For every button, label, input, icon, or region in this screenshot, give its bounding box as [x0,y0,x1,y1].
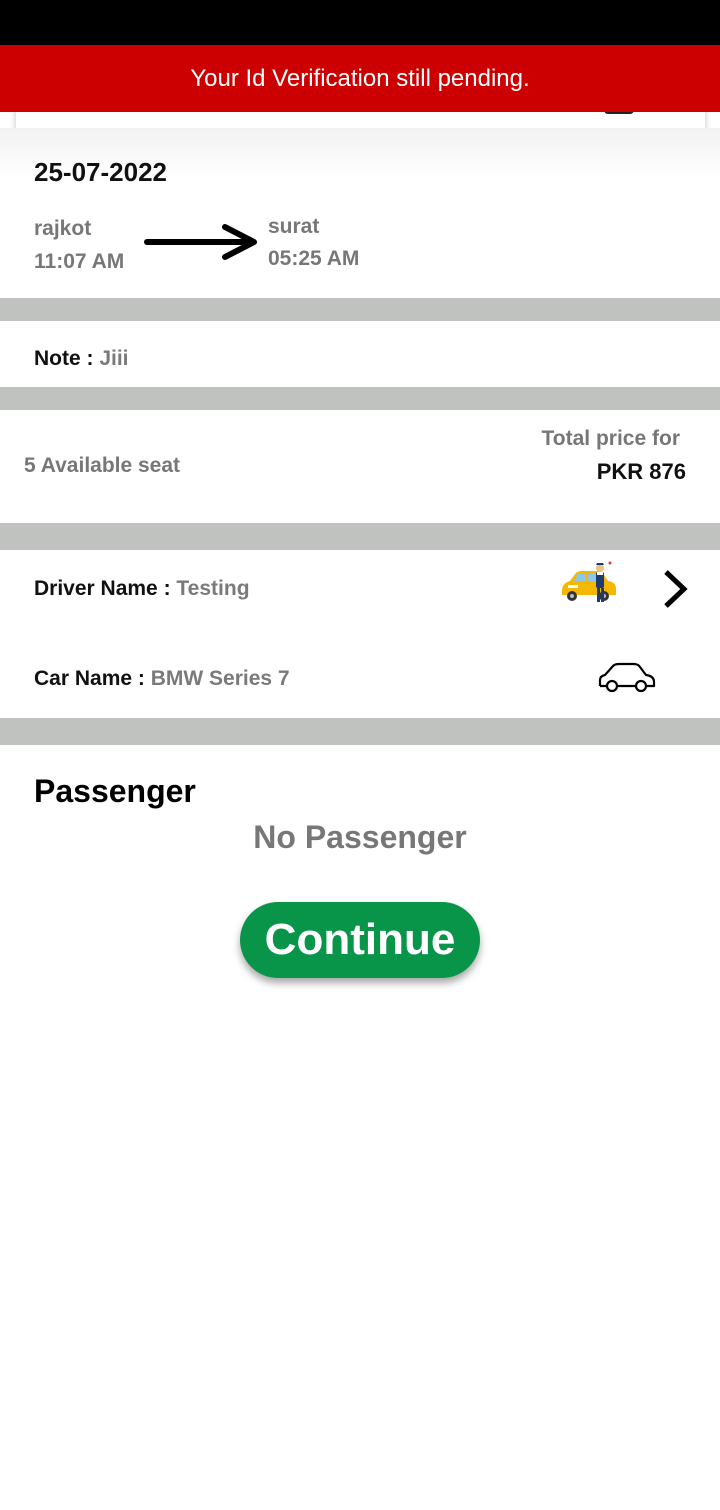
car-outline-icon [598,662,656,693]
car-label: Car Name : [34,667,151,690]
passenger-title: Passenger [34,773,196,809]
verification-message: Your Id Verification still pending. [190,64,530,92]
note-value: Jiii [99,347,129,370]
status-bar [0,0,720,45]
taxi-driver-icon [562,561,616,602]
continue-button[interactable]: Continue [240,902,480,978]
trip-date: 25-07-2022 [34,157,167,187]
destination-time: 05:25 AM [268,247,360,270]
car-row: Car Name : BMW Series 7 [34,667,290,691]
section-divider [0,523,720,550]
available-seats: 5 Available seat [24,454,181,477]
note-label: Note : [34,347,100,370]
driver-name: Testing [176,577,250,600]
price-label: Total price for [541,427,680,450]
car-name: BMW Series 7 [150,667,290,690]
verification-banner: Your Id Verification still pending. [0,45,720,112]
arrow-right-icon [144,224,257,260]
destination-city: surat [268,215,320,238]
section-divider [0,718,720,745]
section-divider [0,298,720,321]
driver-row: Driver Name : Testing [34,577,250,601]
origin-city: rajkot [34,217,92,240]
no-passenger-text: No Passenger [253,819,467,855]
price-value: PKR 876 [596,459,686,484]
chevron-right-icon[interactable] [658,568,692,610]
driver-label: Driver Name : [34,577,177,600]
section-divider [0,387,720,410]
origin-time: 11:07 AM [34,250,125,273]
note-row: Note : Jiii [34,347,129,371]
